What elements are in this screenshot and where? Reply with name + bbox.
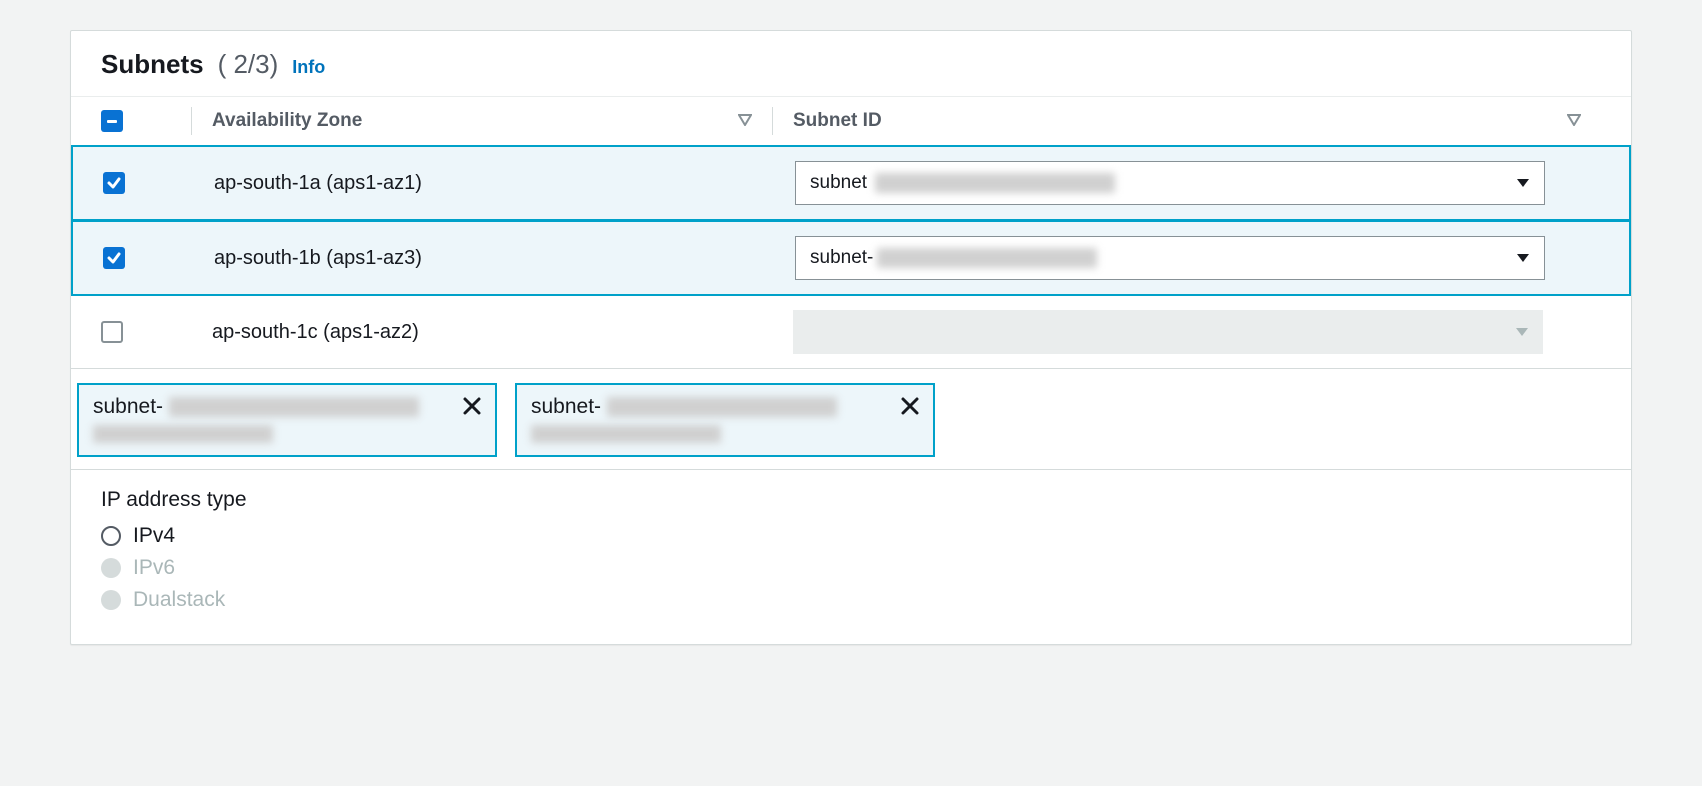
subnet-select-disabled xyxy=(793,310,1543,354)
subnet-select-value: subnet xyxy=(810,172,867,194)
table-row[interactable]: ap-south-1c (aps1-az2) xyxy=(71,296,1631,369)
panel-count: ( 2/3) xyxy=(218,49,279,80)
column-divider xyxy=(191,107,192,135)
subnet-select[interactable]: subnet- xyxy=(795,236,1545,280)
redacted-value xyxy=(93,425,273,443)
close-icon[interactable] xyxy=(899,395,921,422)
column-header-az[interactable]: Availability Zone xyxy=(212,110,362,132)
redacted-value xyxy=(877,248,1097,268)
column-divider xyxy=(772,107,773,135)
ip-address-type-title: IP address type xyxy=(101,488,1601,512)
subnet-chip: subnet- xyxy=(77,383,497,457)
chip-prefix: subnet- xyxy=(93,395,163,419)
radio-option-ipv4[interactable]: IPv4 xyxy=(101,524,1601,548)
table-row[interactable]: ap-south-1b (aps1-az3) subnet- xyxy=(71,220,1631,296)
redacted-value xyxy=(875,173,1115,193)
table-header-row: Availability Zone Subnet ID xyxy=(71,97,1631,146)
sort-icon[interactable] xyxy=(738,110,752,132)
subnets-panel: Subnets ( 2/3) Info Availability Zone Su… xyxy=(70,30,1632,645)
caret-down-icon xyxy=(1516,247,1530,269)
info-link[interactable]: Info xyxy=(292,57,325,78)
radio-label: IPv6 xyxy=(133,556,175,580)
radio-icon xyxy=(101,590,121,610)
panel-title: Subnets xyxy=(101,49,204,80)
selected-subnet-chips: subnet- subnet- xyxy=(71,369,1631,470)
select-all-checkbox[interactable] xyxy=(101,110,123,132)
close-icon[interactable] xyxy=(461,395,483,422)
caret-down-icon xyxy=(1516,172,1530,194)
redacted-value xyxy=(169,397,419,417)
table-row[interactable]: ap-south-1a (aps1-az1) subnet xyxy=(71,145,1631,221)
radio-label: IPv4 xyxy=(133,524,175,548)
chip-prefix: subnet- xyxy=(531,395,601,419)
subnet-chip: subnet- xyxy=(515,383,935,457)
row-checkbox[interactable] xyxy=(103,247,125,269)
redacted-value xyxy=(531,425,721,443)
sort-icon[interactable] xyxy=(1567,110,1581,132)
radio-option-dualstack: Dualstack xyxy=(101,588,1601,612)
row-checkbox[interactable] xyxy=(101,321,123,343)
subnet-select-value: subnet- xyxy=(810,247,873,269)
radio-icon[interactable] xyxy=(101,526,121,546)
radio-icon xyxy=(101,558,121,578)
az-label: ap-south-1b (aps1-az3) xyxy=(214,247,422,270)
ip-address-type-section: IP address type IPv4 IPv6 Dualstack xyxy=(71,470,1631,644)
az-label: ap-south-1a (aps1-az1) xyxy=(214,172,422,195)
row-checkbox[interactable] xyxy=(103,172,125,194)
subnet-select[interactable]: subnet xyxy=(795,161,1545,205)
caret-down-icon xyxy=(1515,321,1529,343)
redacted-value xyxy=(607,397,837,417)
radio-option-ipv6: IPv6 xyxy=(101,556,1601,580)
az-label: ap-south-1c (aps1-az2) xyxy=(212,321,419,344)
radio-label: Dualstack xyxy=(133,588,225,612)
column-header-subnet[interactable]: Subnet ID xyxy=(793,110,882,132)
panel-header: Subnets ( 2/3) Info xyxy=(71,31,1631,97)
